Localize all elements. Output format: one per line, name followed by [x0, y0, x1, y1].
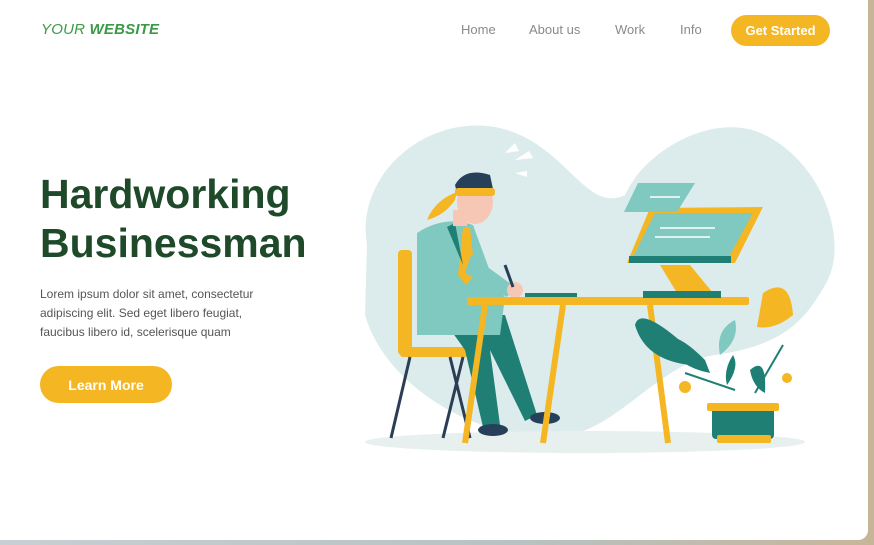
hand	[507, 282, 523, 298]
site-logo[interactable]: YOUR WEBSITE	[41, 21, 159, 38]
plant-pot-rim	[707, 403, 779, 411]
monitor-bottom-bar	[629, 256, 731, 263]
businessman-at-desk-illustration	[365, 125, 835, 453]
hero-description: Lorem ipsum dolor sit amet, consectetur …	[40, 287, 254, 339]
hero-title-line-1: Hardworking	[40, 171, 291, 217]
chair-back	[398, 250, 412, 355]
hero-title-line-2: Businessman	[40, 220, 307, 266]
nav-home[interactable]: Home	[461, 22, 496, 37]
landing-page: YOUR WEBSITE Home About us Work Info Get…	[0, 0, 868, 540]
logo-bold: WEBSITE	[89, 21, 160, 38]
plant-pot-base	[717, 435, 771, 443]
get-started-button[interactable]: Get Started	[731, 15, 830, 46]
plant-berry	[782, 373, 792, 383]
headband	[455, 188, 495, 196]
plant-leaf	[725, 355, 736, 385]
nav-about-us[interactable]: About us	[529, 22, 580, 37]
monitor-base	[643, 291, 721, 298]
nav-work[interactable]: Work	[615, 22, 645, 37]
plant-berry	[679, 381, 691, 393]
paper	[525, 293, 577, 297]
learn-more-button[interactable]: Learn More	[40, 366, 172, 403]
desk-top	[467, 297, 749, 305]
nav-info[interactable]: Info	[680, 22, 702, 37]
hero-title: Hardworking Businessman	[40, 170, 307, 268]
logo-prefix: YOUR	[41, 21, 86, 38]
shoe	[478, 424, 508, 436]
